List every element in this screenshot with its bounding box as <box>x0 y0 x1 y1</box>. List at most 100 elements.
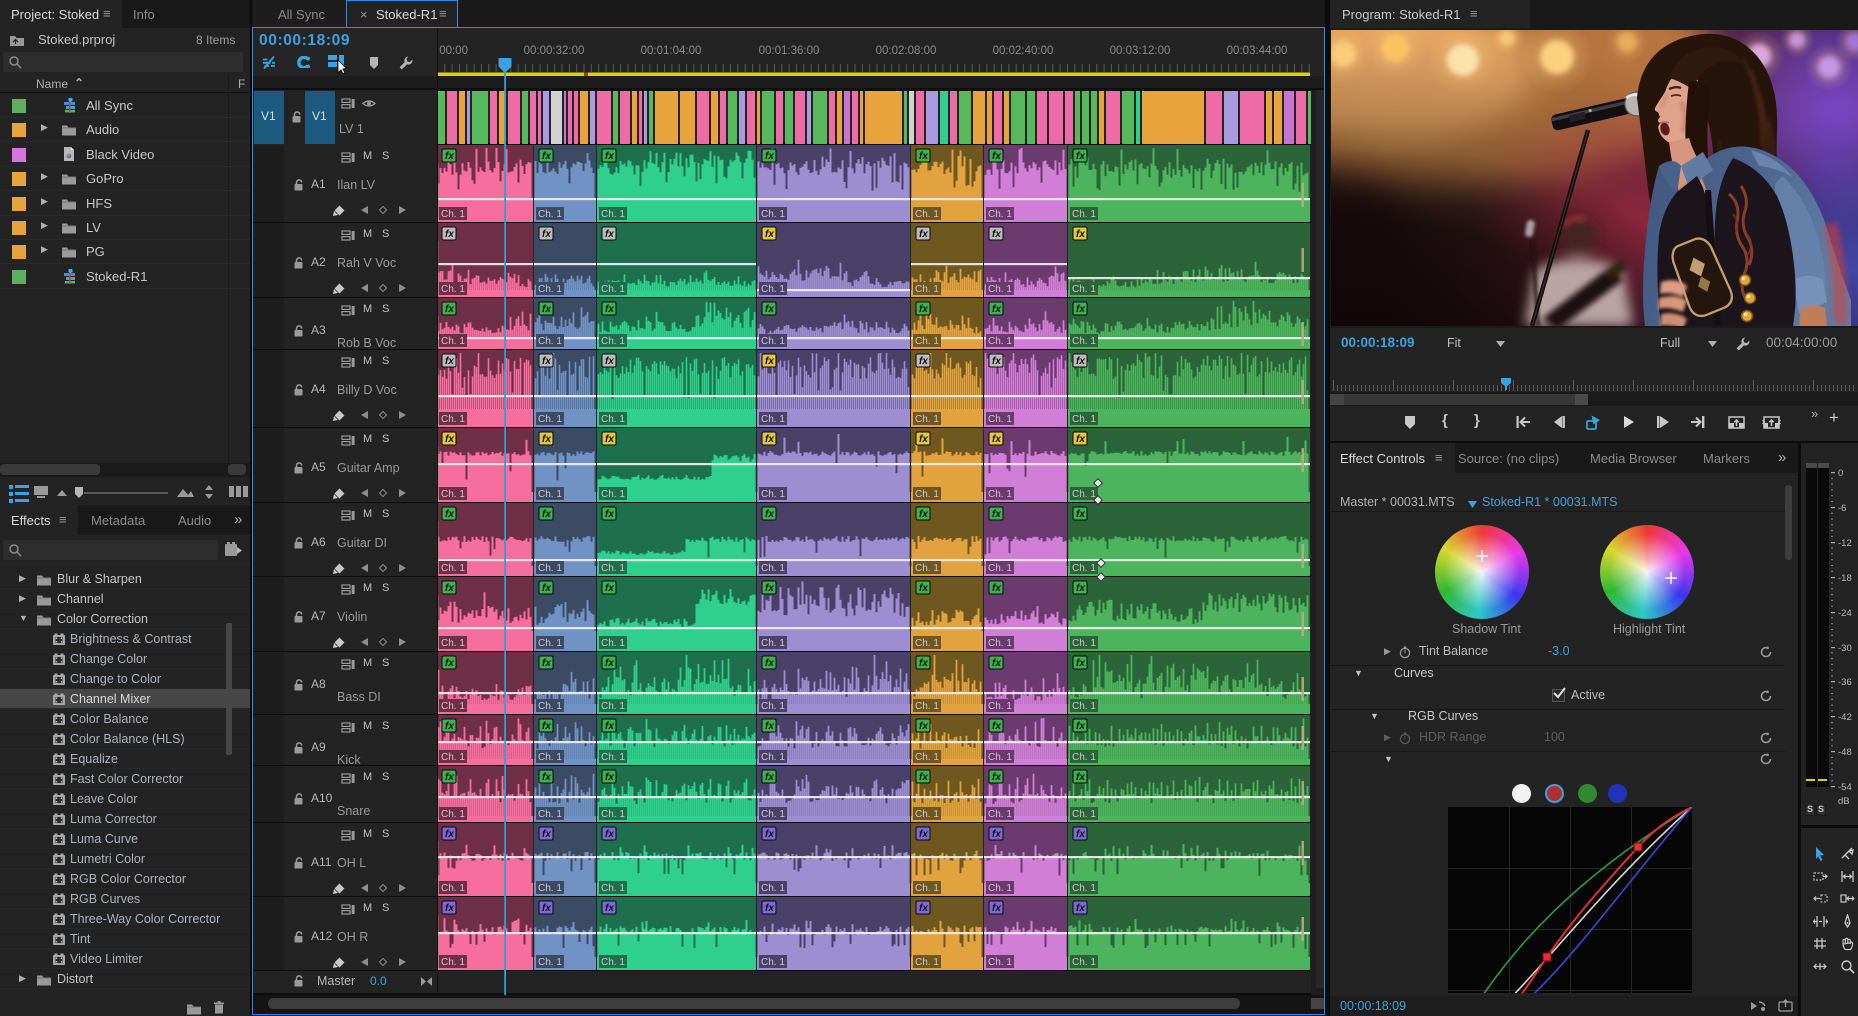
svg-text:-42: -42 <box>1838 712 1852 723</box>
svg-text:Ch. 1: Ch. 1 <box>988 809 1012 820</box>
svg-text:fx: fx <box>765 509 774 520</box>
svg-text:fx: fx <box>605 434 614 445</box>
svg-text:fx: fx <box>765 721 774 732</box>
svg-text:Ch. 1: Ch. 1 <box>915 284 939 295</box>
svg-text:Ch. 1: Ch. 1 <box>441 752 465 763</box>
svg-text:Ch. 1: Ch. 1 <box>538 284 562 295</box>
svg-text:fx: fx <box>919 658 928 669</box>
svg-text:Ch. 1: Ch. 1 <box>761 336 785 347</box>
svg-text:fx: fx <box>1076 772 1085 783</box>
svg-text:fx: fx <box>542 721 551 732</box>
svg-text:fx: fx <box>992 583 1001 594</box>
svg-text:Ch. 1: Ch. 1 <box>915 336 939 347</box>
svg-text:Ch. 1: Ch. 1 <box>988 883 1012 894</box>
svg-text:Ch. 1: Ch. 1 <box>601 638 625 649</box>
svg-text:fx: fx <box>542 658 551 669</box>
svg-text:fx: fx <box>919 903 928 914</box>
svg-text:fx: fx <box>445 151 454 162</box>
svg-text:Ch. 1: Ch. 1 <box>441 336 465 347</box>
svg-text:-24: -24 <box>1838 608 1852 619</box>
svg-text:fx: fx <box>445 509 454 520</box>
svg-text:fx: fx <box>765 229 774 240</box>
svg-text:Ch. 1: Ch. 1 <box>601 752 625 763</box>
svg-text:Ch. 1: Ch. 1 <box>761 209 785 220</box>
svg-text:Ch. 1: Ch. 1 <box>761 809 785 820</box>
svg-text:fx: fx <box>445 903 454 914</box>
svg-text:Ch. 1: Ch. 1 <box>601 336 625 347</box>
svg-text:Ch. 1: Ch. 1 <box>601 563 625 574</box>
svg-text:Ch. 1: Ch. 1 <box>441 284 465 295</box>
svg-text:00:02:08:00: 00:02:08:00 <box>876 45 937 57</box>
svg-text:dB: dB <box>1838 796 1850 807</box>
svg-text:Ch. 1: Ch. 1 <box>988 957 1012 968</box>
svg-text:fx: fx <box>445 658 454 669</box>
svg-text:fx: fx <box>992 829 1001 840</box>
svg-text:Ch. 1: Ch. 1 <box>1072 336 1096 347</box>
svg-text:Ch. 1: Ch. 1 <box>601 957 625 968</box>
svg-text:-54: -54 <box>1838 782 1852 793</box>
svg-text:fx: fx <box>1076 434 1085 445</box>
svg-text:fx: fx <box>445 829 454 840</box>
svg-text:fx: fx <box>765 304 774 315</box>
svg-text:Ch. 1: Ch. 1 <box>915 809 939 820</box>
svg-text:fx: fx <box>992 304 1001 315</box>
svg-text:fx: fx <box>605 772 614 783</box>
svg-text:Ch. 1: Ch. 1 <box>538 209 562 220</box>
svg-text:Ch. 1: Ch. 1 <box>441 701 465 712</box>
svg-text:Ch. 1: Ch. 1 <box>761 489 785 500</box>
svg-text:Ch. 1: Ch. 1 <box>988 563 1012 574</box>
svg-text:Ch. 1: Ch. 1 <box>915 701 939 712</box>
svg-text:fx: fx <box>992 509 1001 520</box>
svg-text:Ch. 1: Ch. 1 <box>761 414 785 425</box>
svg-text:fx: fx <box>1076 658 1085 669</box>
svg-text:Ch. 1: Ch. 1 <box>538 414 562 425</box>
svg-text:00:01:04:00: 00:01:04:00 <box>641 45 702 57</box>
svg-text:fx: fx <box>765 434 774 445</box>
svg-text:fx: fx <box>605 356 614 367</box>
svg-text:Ch. 1: Ch. 1 <box>1072 489 1096 500</box>
svg-text:Ch. 1: Ch. 1 <box>761 563 785 574</box>
svg-text:fx: fx <box>605 903 614 914</box>
svg-text:Ch. 1: Ch. 1 <box>1072 883 1096 894</box>
svg-text:fx: fx <box>1076 583 1085 594</box>
svg-text:Ch. 1: Ch. 1 <box>915 563 939 574</box>
svg-text:Ch. 1: Ch. 1 <box>538 883 562 894</box>
svg-text:Ch. 1: Ch. 1 <box>1072 752 1096 763</box>
svg-text:Ch. 1: Ch. 1 <box>601 883 625 894</box>
svg-text:-18: -18 <box>1838 573 1852 584</box>
svg-text:fx: fx <box>919 583 928 594</box>
svg-text:Ch. 1: Ch. 1 <box>601 209 625 220</box>
svg-text:fx: fx <box>1076 151 1085 162</box>
svg-text:fx: fx <box>992 229 1001 240</box>
svg-text:fx: fx <box>1076 229 1085 240</box>
svg-text:Ch. 1: Ch. 1 <box>538 563 562 574</box>
svg-text:-30: -30 <box>1838 643 1852 654</box>
svg-text:fx: fx <box>542 229 551 240</box>
svg-text:Ch. 1: Ch. 1 <box>1072 414 1096 425</box>
svg-text:Ch. 1: Ch. 1 <box>601 809 625 820</box>
svg-text:Ch. 1: Ch. 1 <box>1072 563 1096 574</box>
svg-text:-48: -48 <box>1838 747 1852 758</box>
svg-text:fx: fx <box>992 772 1001 783</box>
svg-text:fx: fx <box>542 151 551 162</box>
svg-text:Ch. 1: Ch. 1 <box>1072 209 1096 220</box>
svg-text:Ch. 1: Ch. 1 <box>988 701 1012 712</box>
svg-text:fx: fx <box>919 229 928 240</box>
svg-text:fx: fx <box>445 229 454 240</box>
svg-text:Ch. 1: Ch. 1 <box>761 284 785 295</box>
svg-text:fx: fx <box>919 151 928 162</box>
svg-text:fx: fx <box>992 721 1001 732</box>
svg-text:fx: fx <box>765 151 774 162</box>
svg-text:-6: -6 <box>1838 503 1846 514</box>
svg-text:Ch. 1: Ch. 1 <box>441 489 465 500</box>
svg-text:Ch. 1: Ch. 1 <box>441 414 465 425</box>
svg-text:-36: -36 <box>1838 677 1852 688</box>
svg-text:fx: fx <box>992 658 1001 669</box>
svg-text:Ch. 1: Ch. 1 <box>441 638 465 649</box>
svg-text:0: 0 <box>1838 468 1843 479</box>
svg-text:Ch. 1: Ch. 1 <box>441 209 465 220</box>
svg-text:fx: fx <box>919 356 928 367</box>
svg-text:Ch. 1: Ch. 1 <box>601 284 625 295</box>
svg-text:fx: fx <box>605 658 614 669</box>
svg-text:fx: fx <box>542 583 551 594</box>
